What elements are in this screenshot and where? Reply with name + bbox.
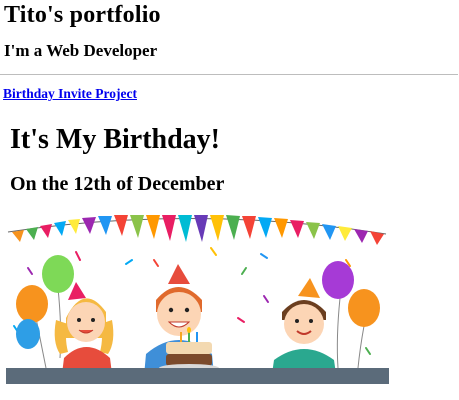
birthday-invite-project-link[interactable]: Birthday Invite Project [3,86,137,102]
page-subtitle: I'm a Web Developer [4,41,158,60]
invite-date: On the 12th of December [10,173,225,195]
birthday-cake [159,327,219,372]
party-table [6,368,389,384]
birthday-party-illustration [6,215,389,384]
invite-heading: It's My Birthday! [10,124,220,155]
page-title: Tito's portfolio [4,2,161,28]
girl-character [54,282,114,374]
balloons-right [322,261,380,369]
bunting-flags [12,215,384,245]
divider [0,74,458,75]
